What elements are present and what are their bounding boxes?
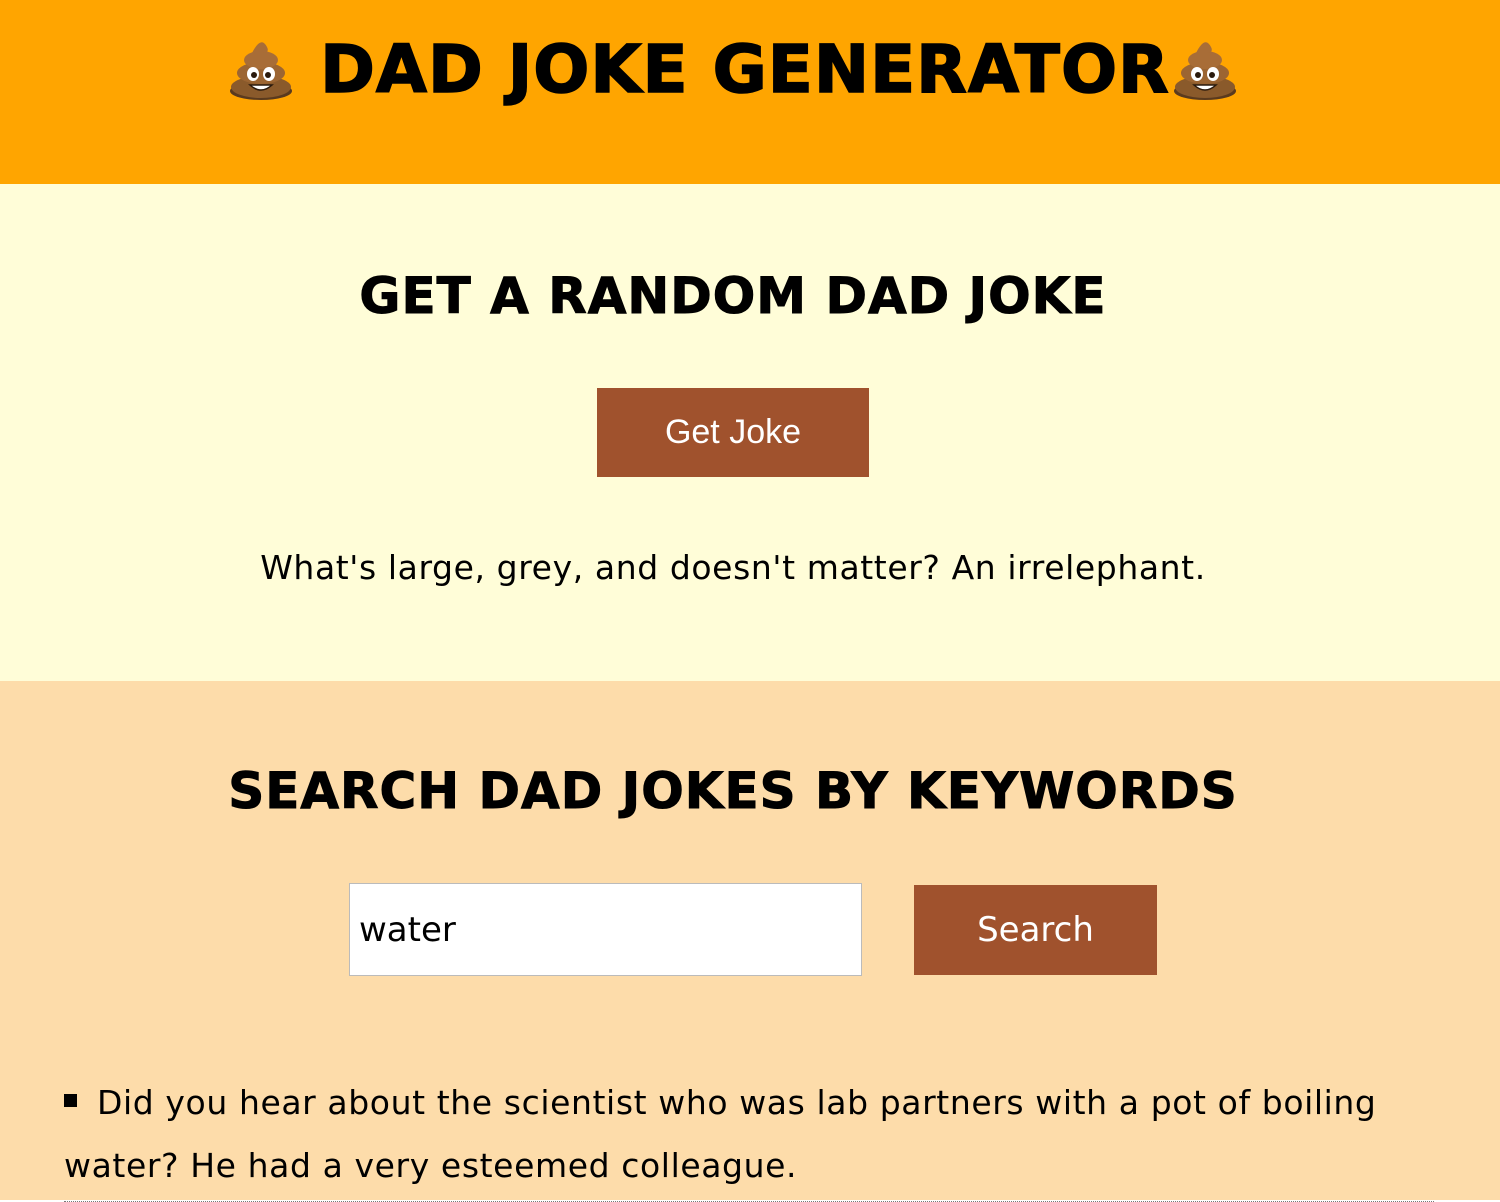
poop-emoji-icon xyxy=(1173,42,1236,100)
search-results-list: Did you hear about the scientist who was… xyxy=(64,1071,1434,1202)
random-joke-section: GET A RANDOM DAD JOKE Get Joke What's la… xyxy=(0,184,1500,681)
search-input[interactable] xyxy=(349,883,862,976)
site-title-text: DAD JOKE GENERATOR xyxy=(319,30,1170,109)
list-item: Did you hear about the scientist who was… xyxy=(64,1071,1434,1202)
random-joke-heading: GET A RANDOM DAD JOKE xyxy=(359,267,1107,326)
result-joke-text: Did you hear about the scientist who was… xyxy=(64,1083,1377,1185)
get-joke-button[interactable]: Get Joke xyxy=(597,388,869,477)
square-bullet-icon xyxy=(64,1094,77,1107)
random-joke-text: What's large, grey, and doesn't matter? … xyxy=(260,548,1206,587)
poop-emoji-icon xyxy=(230,42,293,100)
search-button[interactable]: Search xyxy=(914,885,1157,975)
site-header: DAD JOKE GENERATOR xyxy=(0,0,1500,184)
site-title: DAD JOKE GENERATOR xyxy=(0,28,1466,112)
search-jokes-heading: SEARCH DAD JOKES BY KEYWORDS xyxy=(228,762,1238,821)
search-jokes-section: SEARCH DAD JOKES BY KEYWORDS Search Did … xyxy=(0,681,1500,1202)
